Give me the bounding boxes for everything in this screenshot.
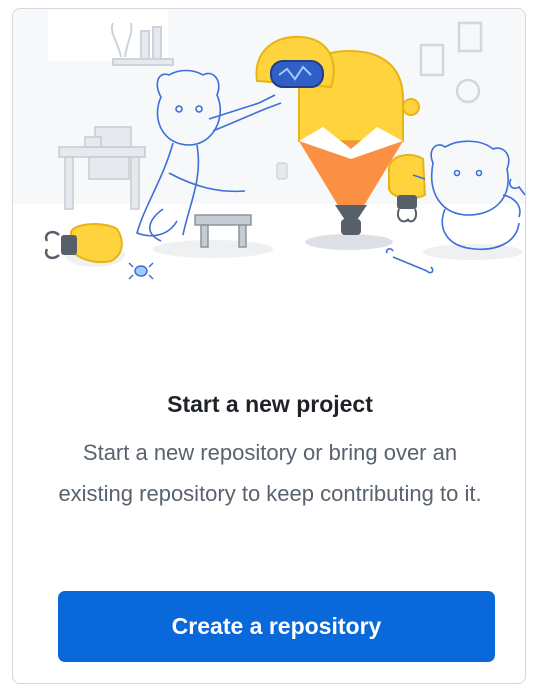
outlet-icon [276, 162, 288, 180]
card-description: Start a new repository or bring over an … [58, 440, 482, 506]
card-title: Start a new project [167, 391, 373, 417]
hero-illustration [13, 9, 525, 309]
new-project-card: Start a new project Start a new reposito… [12, 8, 526, 684]
create-repository-button[interactable]: Create a repository [58, 591, 495, 662]
